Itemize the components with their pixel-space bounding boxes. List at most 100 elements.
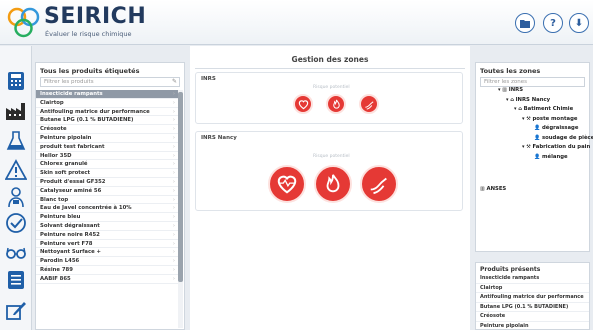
list-icon[interactable] [5, 269, 27, 291]
zone-tree-node[interactable]: ▾ ⌂ Batiment Chimie [514, 106, 573, 112]
zone-name: INRS Nancy [201, 135, 237, 141]
present-product-item[interactable]: Peinture pipolain [476, 322, 589, 330]
help-button[interactable]: ? [543, 13, 563, 33]
chevron-right-icon: › [172, 240, 175, 247]
download-icon: ⬇ [574, 17, 584, 29]
center-title: Gestion des zones [291, 55, 369, 64]
zone-tree-node[interactable]: 👤 soudage de pièces [534, 135, 593, 141]
products-list: Insecticide rampants › Clairtop › Antifoulin… [36, 90, 178, 284]
product-list-item[interactable]: Solvant dégraissant › [36, 222, 178, 231]
product-list-item[interactable]: Résine 789 › [36, 266, 178, 275]
zone-tree-node[interactable]: ▾ ⚒ poste montage [522, 116, 577, 122]
present-product-item[interactable]: Butane LPG (0.1 % BUTADIENE) [476, 303, 589, 312]
present-product-item[interactable]: Clairtop [476, 284, 589, 293]
product-list-item[interactable]: Skin soft protect › [36, 169, 178, 178]
product-list-item[interactable]: Catalyseur aminé 56 › [36, 187, 178, 196]
person-icon[interactable] [5, 186, 27, 208]
zone-tree-label: ANSES [486, 186, 507, 192]
present-product-item[interactable]: Antifouling matrice dur performance [476, 293, 589, 303]
product-list-item[interactable]: Chlorex granulé › [36, 160, 178, 170]
skin-risk-icon[interactable] [360, 165, 398, 203]
chevron-right-icon: › [172, 205, 175, 212]
products-scrollbar[interactable] [178, 90, 183, 328]
zone-tree-node[interactable]: ▾ ⚒ Fabrication du pain [522, 144, 590, 150]
product-list-item[interactable]: Antifouling matrice dur performance › [36, 108, 178, 117]
product-name: Parodin L456 [40, 258, 80, 265]
download-button[interactable]: ⬇ [569, 13, 589, 33]
product-list-item[interactable]: Parodin L456 › [36, 257, 178, 266]
product-list-item[interactable]: Clairtop › [36, 99, 178, 108]
fire-risk-icon[interactable] [326, 94, 346, 114]
scrollbar-thumb[interactable] [178, 92, 183, 282]
product-list-item[interactable]: Créosote › [36, 125, 178, 134]
product-list-item[interactable]: Hellor 35D › [36, 152, 178, 161]
zone-tree-node[interactable]: ▥ ANSES [480, 186, 506, 192]
zone-tree-label: soudage de pièces [541, 134, 593, 141]
product-list-item[interactable]: Nettoyant Surface + › [36, 248, 178, 258]
zone-card-inrs-nancy[interactable]: INRS Nancy Risque potentiel [195, 131, 463, 211]
product-list-item[interactable]: Blanc top › [36, 196, 178, 205]
product-name: Blanc top [40, 196, 69, 203]
products-filter-placeholder: Filtrer les produits [44, 79, 94, 85]
tree-node-icon: ▾ ⚒ [522, 115, 533, 122]
calculator-icon[interactable] [5, 70, 27, 92]
chevron-right-icon: › [172, 187, 175, 194]
chevron-right-icon: › [172, 143, 175, 150]
zones-filter-placeholder: Filtrer les zones [484, 79, 528, 85]
zones-filter-input[interactable]: Filtrer les zones [480, 77, 585, 87]
product-list-item[interactable]: Produit d'essai GF352 › [36, 178, 178, 187]
lab-icon[interactable] [5, 130, 27, 152]
zone-tree-label: INRS [508, 87, 524, 93]
sidebar [0, 46, 32, 330]
product-name: produit test fabricant [40, 143, 105, 150]
product-list-item[interactable]: Insecticide rampants › [36, 90, 178, 99]
zone-tree-node[interactable]: ▾ ▥ INRS [498, 87, 523, 93]
chevron-right-icon: › [172, 231, 175, 238]
warning-icon[interactable] [5, 159, 27, 181]
folder-button[interactable] [515, 13, 535, 33]
folder-icon [520, 19, 530, 28]
product-list-item[interactable]: Peinture pipolain › [36, 134, 178, 143]
product-name: Solvant dégraissant [40, 222, 100, 229]
chevron-right-icon: › [172, 126, 175, 133]
zone-card-inrs[interactable]: INRS Risque potentiel [195, 72, 463, 124]
tree-node-icon: ▾ ⚒ [522, 144, 533, 150]
product-list-item[interactable]: Peinture bleu › [36, 213, 178, 222]
product-name: Peinture noire R452 [40, 231, 100, 238]
zone-tree-node[interactable]: ▾ ⌂ INRS Nancy [506, 97, 550, 103]
product-list-item[interactable]: produit test fabricant › [36, 143, 178, 152]
zone-tree-label: poste montage [532, 115, 578, 122]
product-name: Antifouling matrice dur performance [40, 108, 150, 115]
zones-panel: Toutes les zones Filtrer les zones ▾ ▥ I… [475, 62, 593, 252]
factory-icon[interactable] [5, 100, 27, 122]
chevron-right-icon: › [172, 266, 175, 273]
present-product-item[interactable]: Créosote [476, 312, 589, 322]
zone-tree-node[interactable]: 👤 dégraissage [534, 125, 578, 131]
product-list-item[interactable]: Peinture vert F78 › [36, 240, 178, 249]
product-list-item[interactable]: Peinture noire R452 › [36, 231, 178, 240]
products-panel: Tous les produits étiquetés Filtrer les … [35, 62, 185, 330]
product-name: Produit d'essai GF352 [40, 178, 106, 185]
heart-risk-icon[interactable] [293, 94, 313, 114]
checkmark-icon[interactable] [5, 212, 27, 234]
chevron-right-icon: › [172, 134, 175, 141]
products-filter-input[interactable]: Filtrer les produits ✎ [40, 77, 180, 87]
skin-risk-icon[interactable] [359, 94, 379, 114]
product-list-item[interactable]: AABIF 865 › [36, 275, 178, 284]
products-title: Tous les produits étiquetés [40, 67, 140, 75]
product-name: Catalyseur aminé 56 [40, 187, 102, 194]
product-list-item[interactable]: Eau de Javel concentrée à 10% › [36, 204, 178, 214]
edit-icon[interactable] [5, 299, 27, 321]
present-product-item[interactable]: Insecticide rampants [476, 274, 589, 284]
chevron-right-icon: › [172, 108, 175, 115]
product-name: Antifouling matrice dur performance [480, 294, 584, 300]
glasses-icon[interactable] [5, 241, 27, 263]
tree-node-icon: ▾ ⌂ [506, 96, 516, 103]
zone-tree-label: dégraissage [541, 125, 579, 131]
product-list-item[interactable]: Butane LPG (0.1 % BUTADIENE) › [36, 116, 178, 126]
product-name: Créosote [480, 313, 506, 319]
fire-risk-icon[interactable] [314, 165, 352, 203]
product-name: Insecticide rampants [40, 91, 103, 97]
zone-tree-node[interactable]: 👤 mélange [534, 154, 568, 160]
heart-risk-icon[interactable] [268, 165, 306, 203]
